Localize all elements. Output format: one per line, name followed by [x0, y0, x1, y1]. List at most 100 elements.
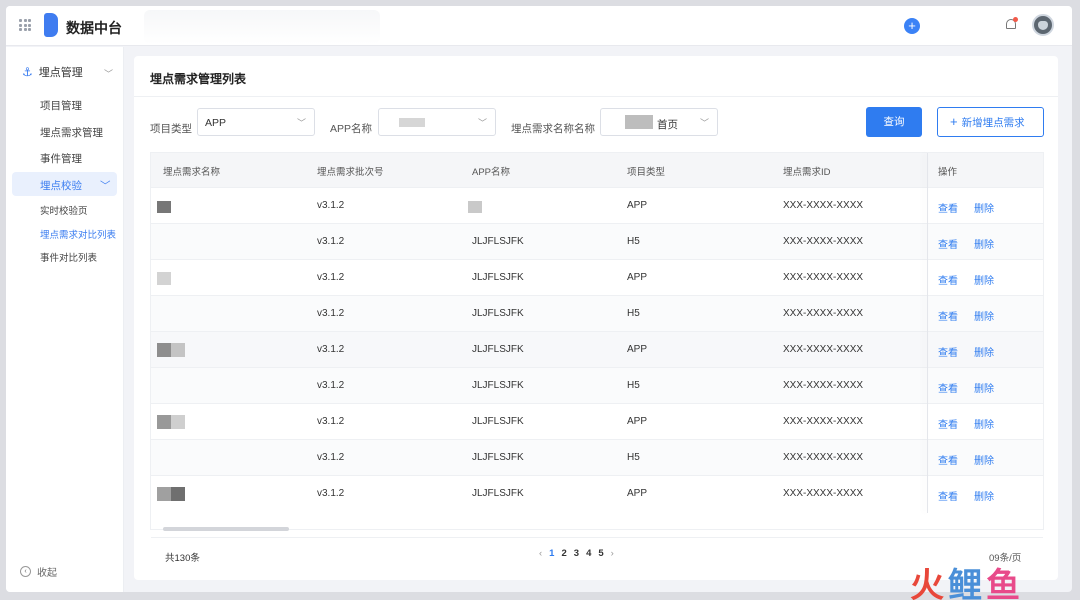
cell-batch: v3.1.2: [317, 416, 345, 427]
plus-icon[interactable]: +: [904, 18, 920, 34]
chevron-right-icon[interactable]: ›: [611, 548, 614, 559]
req-name-label: 埋点需求名称名称: [511, 123, 595, 135]
table-row[interactable]: v3.1.2 JLJFLSJFK APP XXX-XXXX-XXXX 查看 删除: [151, 259, 1043, 295]
req-name-select[interactable]: 首页 ﹀: [600, 108, 718, 136]
table-row[interactable]: v3.1.2 JLJFLSJFK APP XXX-XXXX-XXXX 查看 删除: [151, 475, 1043, 511]
watermark-char: 鲤: [948, 567, 986, 600]
chevron-down-icon: ﹀: [100, 180, 111, 192]
blurred-cell: [157, 415, 185, 429]
main-panel: 埋点需求管理列表 项目类型 APP ﹀ APP名称 ﹀ 埋点需求名称名称 首页 …: [134, 56, 1058, 580]
page-1[interactable]: 1: [549, 548, 554, 559]
chevron-down-icon[interactable]: ﹀: [104, 67, 113, 80]
view-link[interactable]: 查看: [938, 416, 958, 431]
cell-id: XXX-XXXX-XXXX: [783, 452, 864, 463]
cell-id: XXX-XXXX-XXXX: [783, 488, 864, 499]
table-row[interactable]: v3.1.2 JLJFLSJFK H5 XXX-XXXX-XXXX 查看 删除: [151, 295, 1043, 331]
view-link[interactable]: 查看: [938, 452, 958, 467]
chevron-left-icon: ‹: [20, 566, 31, 577]
table-row[interactable]: v3.1.2 JLJFLSJFK H5 XXX-XXXX-XXXX 查看 删除: [151, 439, 1043, 475]
blurred-cell: [468, 201, 482, 213]
collapse-button[interactable]: ‹ 收起: [20, 564, 57, 579]
cell-id: XXX-XXXX-XXXX: [783, 416, 864, 427]
delete-link[interactable]: 删除: [974, 308, 994, 323]
top-bar: 数据中台 +: [6, 6, 1072, 46]
cell-type: H5: [627, 452, 640, 463]
sidebar: ⚓ 埋点管理 ﹀ 项目管理 埋点需求管理 事件管理 埋点校验 ﹀ 实时校验页 埋…: [6, 47, 124, 592]
sidebar-item-requirements[interactable]: 埋点需求管理: [40, 125, 103, 140]
view-link[interactable]: 查看: [938, 308, 958, 323]
page-2[interactable]: 2: [561, 548, 566, 559]
bell-icon[interactable]: [1004, 17, 1018, 33]
sidebar-item-validation[interactable]: 埋点校验 ﹀: [12, 172, 117, 196]
horizontal-scrollbar[interactable]: [163, 527, 289, 531]
chevron-down-icon: ﹀: [699, 118, 709, 128]
view-link[interactable]: 查看: [938, 488, 958, 503]
page-4[interactable]: 4: [586, 548, 591, 559]
delete-link[interactable]: 删除: [974, 236, 994, 251]
blurred-area: [144, 10, 380, 44]
blurred-cell: [157, 343, 185, 357]
view-link[interactable]: 查看: [938, 236, 958, 251]
anchor-icon: ⚓: [22, 65, 33, 79]
table-row[interactable]: v3.1.2 JLJFLSJFK H5 XXX-XXXX-XXXX 查看 删除: [151, 223, 1043, 259]
cell-id: XXX-XXXX-XXXX: [783, 272, 864, 283]
grid-icon[interactable]: [19, 19, 31, 31]
data-table: 埋点需求名称 埋点需求批次号 APP名称 项目类型 埋点需求ID 操作 v3.1…: [150, 152, 1044, 564]
watermark-char: 火: [910, 567, 948, 600]
cell-type: APP: [627, 272, 648, 283]
table-row[interactable]: v3.1.2 JLJFLSJFK APP XXX-XXXX-XXXX 查看 删除: [151, 331, 1043, 367]
cell-app: JLJFLSJFK: [472, 236, 524, 247]
page-3[interactable]: 3: [574, 548, 579, 559]
app-name-select[interactable]: ﹀: [378, 108, 496, 136]
page-title: 埋点需求管理列表: [150, 72, 247, 86]
cell-batch: v3.1.2: [317, 200, 345, 211]
sidebar-sub-compare-events[interactable]: 事件对比列表: [40, 250, 97, 264]
table-row[interactable]: v3.1.2 JLJFLSJFK H5 XXX-XXXX-XXXX 查看 删除: [151, 367, 1043, 403]
column-header: 项目类型: [627, 167, 666, 178]
chevron-left-icon[interactable]: ‹: [539, 548, 542, 559]
add-requirement-button[interactable]: + 新增埋点需求: [937, 107, 1044, 137]
cell-app: JLJFLSJFK: [472, 416, 524, 427]
delete-link[interactable]: 删除: [974, 380, 994, 395]
delete-link[interactable]: 删除: [974, 272, 994, 287]
cell-id: XXX-XXXX-XXXX: [783, 308, 864, 319]
sidebar-item-events[interactable]: 事件管理: [40, 151, 82, 166]
page-5[interactable]: 5: [598, 548, 603, 559]
watermark-char: 鱼: [986, 567, 1024, 600]
delete-link[interactable]: 删除: [974, 416, 994, 431]
cell-id: XXX-XXXX-XXXX: [783, 236, 864, 247]
cell-batch: v3.1.2: [317, 308, 345, 319]
view-link[interactable]: 查看: [938, 272, 958, 287]
table-row[interactable]: v3.1.2 JLJFLSJFK APP XXX-XXXX-XXXX 查看 删除: [151, 403, 1043, 439]
cell-batch: v3.1.2: [317, 380, 345, 391]
cell-batch: v3.1.2: [317, 272, 345, 283]
column-header: 操作: [938, 167, 958, 178]
sidebar-item-projects[interactable]: 项目管理: [40, 98, 82, 113]
sidebar-sub-realtime[interactable]: 实时校验页: [40, 203, 88, 217]
query-button[interactable]: 查询: [866, 107, 922, 137]
delete-link[interactable]: 删除: [974, 488, 994, 503]
add-button-label: 新增埋点需求: [961, 117, 1025, 129]
view-link[interactable]: 查看: [938, 344, 958, 359]
project-type-select[interactable]: APP ﹀: [197, 108, 315, 136]
chevron-down-icon: ﹀: [296, 118, 306, 128]
delete-link[interactable]: 删除: [974, 200, 994, 215]
cell-type: APP: [627, 200, 648, 211]
view-link[interactable]: 查看: [938, 200, 958, 215]
avatar[interactable]: [1032, 14, 1054, 36]
cell-app: JLJFLSJFK: [472, 344, 524, 355]
app-name-label: APP名称: [330, 123, 373, 135]
cell-type: H5: [627, 380, 640, 391]
total-count: 共130条: [165, 553, 200, 564]
delete-link[interactable]: 删除: [974, 344, 994, 359]
divider: [134, 96, 1058, 97]
project-type-value: APP: [205, 117, 227, 129]
sidebar-group-tracking[interactable]: ⚓ 埋点管理: [22, 64, 83, 80]
cell-id: XXX-XXXX-XXXX: [783, 380, 864, 391]
fixed-column-shadow: [927, 153, 928, 513]
sidebar-sub-compare-requirements[interactable]: 埋点需求对比列表: [40, 227, 116, 241]
table-header: 埋点需求名称 埋点需求批次号 APP名称 项目类型 埋点需求ID 操作: [151, 153, 1043, 187]
delete-link[interactable]: 删除: [974, 452, 994, 467]
table-row[interactable]: v3.1.2 APP XXX-XXXX-XXXX 查看 删除: [151, 187, 1043, 223]
view-link[interactable]: 查看: [938, 380, 958, 395]
